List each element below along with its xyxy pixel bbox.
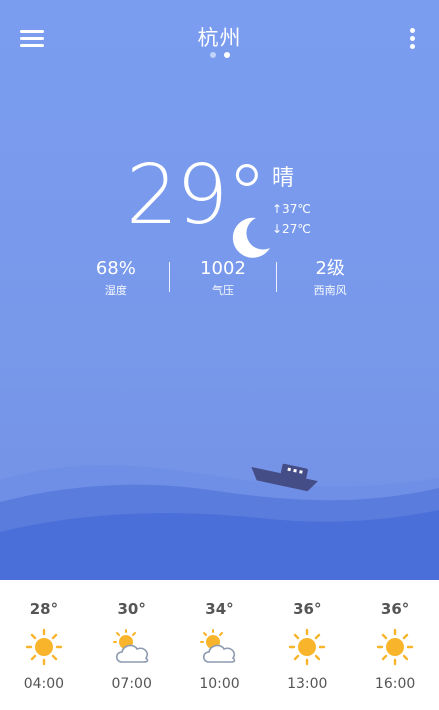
pressure-label: 气压 bbox=[212, 284, 234, 297]
page-indicator bbox=[0, 52, 439, 58]
forecast-item[interactable]: 36° 13:00 bbox=[263, 580, 351, 710]
forecast-item[interactable]: 28° 04:00 bbox=[0, 580, 88, 710]
ocean-waves bbox=[0, 465, 439, 580]
pressure-stat: 1002 气压 bbox=[170, 256, 276, 304]
wind-stat: 2级 西南风 bbox=[277, 256, 383, 304]
partly-cloudy-icon bbox=[200, 629, 236, 663]
forecast-time: 13:00 bbox=[287, 676, 328, 692]
forecast-time: 07:00 bbox=[111, 676, 152, 692]
boat-icon bbox=[251, 463, 318, 492]
sun-icon bbox=[376, 628, 414, 666]
wind-label: 西南风 bbox=[313, 284, 347, 297]
page-dot-active[interactable] bbox=[223, 52, 230, 58]
forecast-temp: 36° bbox=[293, 600, 322, 618]
wind-value: 2级 bbox=[315, 258, 345, 279]
weather-condition: 晴 bbox=[272, 166, 295, 191]
forecast-temp: 36° bbox=[380, 600, 410, 618]
humidity-value: 68% bbox=[95, 258, 136, 279]
forecast-item[interactable]: 30° 07:00 bbox=[88, 580, 176, 710]
forecast-time: 04:00 bbox=[23, 676, 65, 692]
humidity-label: 湿度 bbox=[104, 284, 127, 297]
humidity-stat: 68% 湿度 bbox=[63, 256, 169, 304]
forecast-time: 10:00 bbox=[199, 676, 240, 692]
pressure-value: 1002 bbox=[200, 258, 246, 279]
high-temperature: ↑37℃ bbox=[272, 202, 311, 216]
sun-icon bbox=[25, 628, 63, 666]
forecast-item[interactable]: 36° 16:00 bbox=[351, 580, 439, 710]
partly-cloudy-icon bbox=[112, 629, 148, 663]
forecast-temp: 34° bbox=[205, 600, 234, 618]
forecast-temp: 28° bbox=[29, 600, 59, 618]
forecast-item[interactable]: 34° 10:00 bbox=[176, 580, 264, 710]
low-temperature: ↓27℃ bbox=[272, 222, 311, 236]
weather-screen: 杭州 29° 晴 ↑37℃ ↓27℃ 68% 湿度 1002 气压 2级 西南风… bbox=[0, 0, 439, 710]
forecast-time: 16:00 bbox=[374, 676, 416, 692]
more-options-icon[interactable] bbox=[409, 27, 417, 49]
moon-icon bbox=[232, 217, 270, 258]
forecast-temp: 30° bbox=[117, 600, 146, 618]
page-dot[interactable] bbox=[209, 52, 216, 58]
city-name[interactable]: 杭州 bbox=[0, 22, 439, 52]
sky-background: 杭州 29° 晴 ↑37℃ ↓27℃ 68% 湿度 1002 气压 2级 西南风 bbox=[0, 0, 439, 580]
sun-icon bbox=[289, 628, 326, 666]
hourly-forecast: 28° 04:00 30° 07:00 34° 10:00 36° 13:00 … bbox=[0, 580, 439, 710]
weather-stats: 68% 湿度 1002 气压 2级 西南风 bbox=[63, 256, 383, 304]
